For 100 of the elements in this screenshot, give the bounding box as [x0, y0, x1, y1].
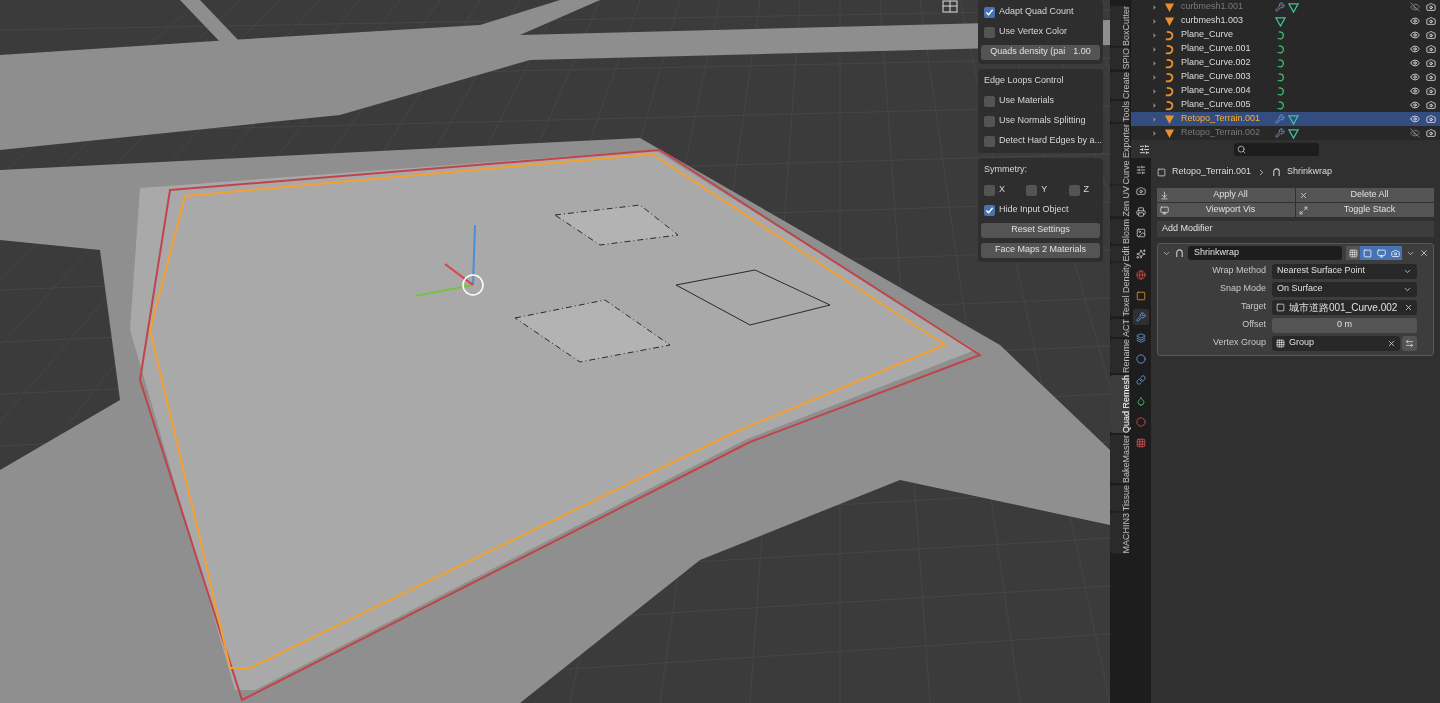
cage-toggle-icon[interactable] — [1346, 246, 1360, 260]
sidebar-tab[interactable]: Create — [1110, 71, 1130, 99]
sidebar-tab[interactable]: ACT — [1110, 318, 1130, 337]
sidebar-tab[interactable]: SPIO — [1110, 48, 1130, 70]
outliner-row[interactable]: Plane_Curve.004 — [1131, 84, 1440, 98]
quads-density-field[interactable]: Quads density (pai 1.00 — [981, 44, 1100, 60]
wrench-icon[interactable] — [1275, 2, 1285, 12]
checkbox[interactable] — [984, 184, 995, 196]
panel-button[interactable]: Face Maps 2 Materials — [981, 242, 1100, 258]
axis-label: X — [999, 183, 1005, 197]
camera-icon[interactable] — [1426, 16, 1436, 26]
eye-icon[interactable] — [1410, 44, 1420, 54]
eye-icon[interactable] — [1410, 16, 1420, 26]
monitor-icon[interactable] — [1374, 246, 1388, 260]
camera-icon[interactable] — [1426, 30, 1436, 40]
invert-button[interactable] — [1402, 335, 1417, 351]
checkbox[interactable] — [984, 135, 995, 147]
field-label: Offset — [1241, 318, 1266, 332]
sidebar-tab[interactable]: Rename — [1110, 338, 1130, 373]
eye-closed-icon[interactable] — [1410, 2, 1420, 12]
sparkles-icon[interactable] — [1133, 246, 1149, 262]
circle-icon[interactable] — [1133, 414, 1149, 430]
camera-icon[interactable] — [1426, 58, 1436, 68]
outliner-row[interactable]: curbmesh1.001 — [1131, 0, 1440, 14]
checkbox-label: Use Vertex Color — [999, 25, 1068, 39]
camera-icon[interactable] — [1426, 72, 1436, 82]
sidebar-tab[interactable]: Texel Density — [1110, 263, 1130, 317]
outliner-row[interactable]: Retopo_Terrain.001 — [1131, 112, 1440, 126]
section-heading: Edge Loops Control — [984, 74, 1064, 88]
checkbox[interactable] — [1068, 184, 1080, 196]
close-icon — [1299, 190, 1308, 200]
camera-icon[interactable] — [1426, 100, 1436, 110]
camera-icon[interactable] — [1426, 128, 1436, 138]
dropdown[interactable]: On Surface — [1272, 281, 1417, 297]
edit-mode-toggle-icon[interactable] — [1360, 246, 1374, 260]
eye-icon[interactable] — [1410, 86, 1420, 96]
eye-closed-icon[interactable] — [1410, 128, 1420, 138]
sidebar-tab[interactable]: Curve Exporter — [1110, 123, 1130, 185]
object-field[interactable]: 城市道路001_Curve.002 — [1272, 299, 1417, 315]
number-field[interactable]: 0 m — [1272, 317, 1417, 333]
outliner-row[interactable]: Plane_Curve.001 — [1131, 42, 1440, 56]
modifier-name-field[interactable]: Shrinkwrap — [1188, 246, 1342, 260]
action-button[interactable]: Viewport Vis — [1157, 203, 1295, 217]
sidebar-tab[interactable]: BakeMaster — [1110, 434, 1130, 483]
action-button[interactable]: Apply All — [1157, 188, 1295, 202]
search-field[interactable] — [1234, 142, 1319, 156]
vertex-group-field[interactable]: Group — [1272, 335, 1400, 351]
eye-icon[interactable] — [1410, 30, 1420, 40]
sidebar-tab[interactable]: Tissue — [1110, 484, 1130, 511]
outliner-row[interactable]: Plane_Curve.003 — [1131, 70, 1440, 84]
editor-type-icon[interactable] — [1139, 143, 1150, 155]
printer-icon[interactable] — [1133, 204, 1149, 220]
sidebar-tab[interactable]: Blosm — [1110, 218, 1130, 244]
checkbox[interactable] — [984, 204, 995, 216]
action-button[interactable]: Toggle Stack — [1296, 203, 1434, 217]
close-icon[interactable] — [1404, 302, 1413, 312]
checkbox[interactable] — [984, 95, 995, 107]
sidebar-tab[interactable]: Quad Remesh — [1110, 374, 1130, 433]
camera-icon[interactable] — [1388, 246, 1402, 260]
camera-icon[interactable] — [1426, 114, 1436, 124]
eye-icon[interactable] — [1410, 114, 1420, 124]
link-icon[interactable] — [1133, 372, 1149, 388]
curve-data-icon — [1275, 29, 1286, 41]
camera-icon[interactable] — [1426, 2, 1436, 12]
magnet-icon — [1175, 248, 1184, 258]
checkbox[interactable] — [1026, 184, 1038, 196]
outliner-row[interactable]: Retopo_Terrain.002 — [1131, 126, 1440, 140]
checkbox[interactable] — [984, 115, 995, 127]
layers-icon[interactable] — [1133, 330, 1149, 346]
camera-icon[interactable] — [1426, 86, 1436, 96]
transform-gizmo-icon[interactable] — [414, 224, 484, 297]
wrench-icon[interactable] — [1275, 128, 1285, 138]
sidebar-tab[interactable]: MACHIN3 — [1110, 512, 1130, 554]
camera-icon[interactable] — [1426, 44, 1436, 54]
action-button[interactable]: Delete All — [1296, 188, 1434, 202]
mesh-data-icon — [1288, 127, 1299, 139]
wrench-icon[interactable] — [1133, 309, 1149, 325]
panel-button[interactable]: Reset Settings — [981, 222, 1100, 238]
checkbox[interactable] — [984, 26, 995, 38]
outliner-row[interactable]: Plane_Curve.002 — [1131, 56, 1440, 70]
sidebar-tab[interactable]: Edit — [1110, 245, 1130, 262]
circle-icon[interactable] — [1133, 351, 1149, 367]
outliner-row[interactable]: Plane_Curve — [1131, 28, 1440, 42]
close-icon[interactable] — [1419, 248, 1429, 258]
eye-icon[interactable] — [1410, 58, 1420, 68]
sidebar-tab[interactable]: BoxCutter — [1110, 6, 1130, 47]
dropdown[interactable]: Nearest Surface Point — [1272, 263, 1417, 279]
eye-icon[interactable] — [1410, 100, 1420, 110]
outliner-row[interactable]: curbmesh1.003 — [1131, 14, 1440, 28]
close-icon[interactable] — [1387, 338, 1396, 348]
globe-icon[interactable] — [1133, 267, 1149, 283]
curve-data-icon — [1275, 85, 1286, 97]
checkbox[interactable] — [984, 6, 995, 18]
add-modifier-button[interactable]: Add Modifier — [1157, 221, 1434, 237]
sidebar-tab[interactable]: Tools — [1110, 100, 1130, 122]
outliner-row[interactable]: Plane_Curve.005 — [1131, 98, 1440, 112]
wrench-icon[interactable] — [1275, 114, 1285, 124]
eye-icon[interactable] — [1410, 72, 1420, 82]
sidebar-tab[interactable]: Zen UV — [1110, 186, 1130, 217]
grid-icon[interactable] — [942, 0, 958, 13]
